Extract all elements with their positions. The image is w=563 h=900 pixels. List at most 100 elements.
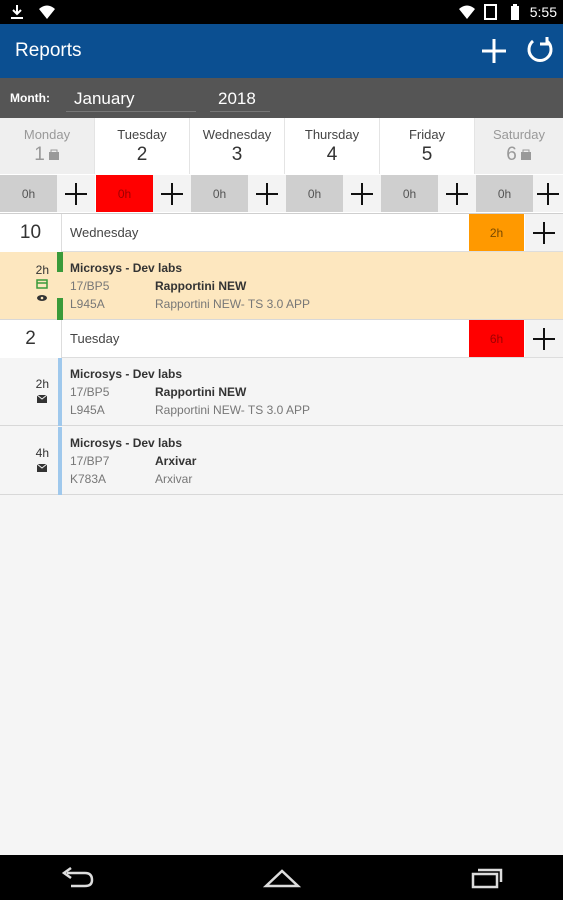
- clock: 5:55: [529, 4, 557, 20]
- day-group-header: 2 Tuesday 6h: [0, 320, 563, 358]
- day-total-badge: 6h: [469, 320, 524, 357]
- wifi-question-icon: [39, 5, 55, 19]
- eye-icon: [37, 295, 47, 301]
- refresh-icon[interactable]: [525, 35, 555, 65]
- add-entry-button[interactable]: [525, 214, 563, 251]
- status-bar-indicator: [58, 427, 62, 495]
- plus-icon: [537, 182, 559, 205]
- app-bar: Reports: [0, 24, 563, 78]
- entry-client: Microsys - Dev labs: [70, 436, 183, 450]
- add-entry-button[interactable]: [438, 175, 476, 212]
- hours-badge: 0h: [96, 175, 153, 212]
- entry-project: Rapportini NEW: [155, 385, 247, 399]
- day-header-saturday[interactable]: Saturday 6: [475, 118, 563, 174]
- day-number: 10: [0, 214, 62, 252]
- day-header-friday[interactable]: Friday 5: [380, 118, 475, 174]
- day-number: 2: [0, 320, 62, 358]
- mail-icon: [37, 464, 47, 472]
- plus-icon: [351, 182, 373, 205]
- status-bar: 5:55: [0, 0, 563, 24]
- entry-detail: Rapportini NEW- TS 3.0 APP: [155, 297, 310, 311]
- add-entry-button[interactable]: [153, 175, 191, 212]
- plus-icon: [256, 182, 278, 205]
- holiday-icon: [520, 149, 531, 160]
- add-entry-button[interactable]: [525, 320, 563, 357]
- plus-icon: [65, 182, 87, 205]
- recents-icon: [471, 868, 503, 889]
- day-date: 6: [506, 144, 517, 165]
- entry-duration: 4h: [35, 446, 49, 460]
- entry-duration: 2h: [35, 377, 49, 391]
- back-icon: [61, 867, 94, 888]
- hours-badge: 0h: [476, 175, 533, 212]
- plus-icon: [446, 182, 468, 205]
- day-name: Wednesday: [202, 127, 272, 142]
- month-filter-bar: Month: January 2018: [0, 78, 563, 118]
- day-date: 4: [326, 144, 338, 165]
- download-icon: [11, 5, 23, 19]
- year-select[interactable]: 2018: [210, 86, 270, 112]
- entry-client: Microsys - Dev labs: [70, 367, 183, 381]
- report-entry[interactable]: 4h Microsys - Dev labs 17/BP7 Arxivar K7…: [0, 427, 563, 495]
- hours-badge: 0h: [286, 175, 343, 212]
- add-icon[interactable]: [479, 36, 509, 66]
- entry-code: 17/BP5: [70, 385, 110, 399]
- day-name: Saturday: [492, 127, 546, 142]
- day-name: Thursday: [304, 127, 360, 142]
- status-bar-indicator: [57, 298, 63, 320]
- recents-button[interactable]: [467, 863, 507, 893]
- day-total-badge: 2h: [469, 214, 524, 251]
- app-title: Reports: [15, 40, 82, 61]
- hours-badge: 0h: [381, 175, 438, 212]
- day-date: 1: [34, 144, 45, 165]
- week-hours-row: 0h 0h 0h 0h 0h 0h: [0, 174, 563, 214]
- back-button[interactable]: [57, 863, 97, 893]
- day-header-wednesday[interactable]: Wednesday 3: [190, 118, 285, 174]
- add-entry-button[interactable]: [57, 175, 95, 212]
- entry-ref: L945A: [70, 403, 105, 417]
- day-header-tuesday[interactable]: Tuesday 2: [95, 118, 190, 174]
- day-name: Monday: [23, 127, 71, 142]
- plus-icon: [161, 182, 183, 205]
- plus-icon: [533, 221, 555, 244]
- wifi-icon: [458, 5, 475, 19]
- add-entry-button[interactable]: [248, 175, 286, 212]
- sim-icon: [483, 4, 497, 20]
- day-name: Tuesday: [117, 127, 167, 142]
- entry-ref: K783A: [70, 472, 107, 486]
- calendar-icon: [36, 279, 48, 289]
- day-name: Wednesday: [70, 225, 139, 240]
- entry-detail: Rapportini NEW- TS 3.0 APP: [155, 403, 310, 417]
- day-name: Tuesday: [70, 331, 120, 346]
- day-group-header: 10 Wednesday 2h: [0, 214, 563, 252]
- day-date: 2: [136, 144, 148, 165]
- day-header-monday[interactable]: Monday 1: [0, 118, 95, 174]
- entry-client: Microsys - Dev labs: [70, 261, 183, 275]
- entry-code: 17/BP5: [70, 279, 110, 293]
- month-label: Month:: [10, 91, 50, 105]
- month-select[interactable]: January: [66, 86, 196, 112]
- entry-duration: 2h: [35, 263, 49, 277]
- mail-icon: [37, 395, 47, 403]
- day-date: 5: [421, 144, 433, 165]
- status-bar-indicator: [57, 252, 63, 272]
- entry-detail: Arxivar: [155, 472, 193, 486]
- hours-badge: 0h: [191, 175, 248, 212]
- day-header-thursday[interactable]: Thursday 4: [285, 118, 380, 174]
- add-entry-button[interactable]: [533, 175, 563, 212]
- add-entry-button[interactable]: [343, 175, 381, 212]
- battery-icon: [510, 4, 519, 20]
- report-entry[interactable]: 2h Microsys - Dev labs 17/BP5 Rapportini…: [0, 252, 563, 320]
- hours-badge: 0h: [0, 175, 57, 212]
- home-button[interactable]: [262, 863, 302, 893]
- home-icon: [263, 869, 301, 888]
- day-date: 3: [231, 144, 243, 165]
- entry-project: Arxivar: [155, 454, 197, 468]
- plus-icon: [533, 327, 555, 350]
- week-header: Monday 1 Tuesday 2 Wednesday 3 Thursday …: [0, 118, 563, 174]
- holiday-icon: [48, 149, 59, 160]
- system-nav-bar: [0, 855, 563, 900]
- report-entry[interactable]: 2h Microsys - Dev labs 17/BP5 Rapportini…: [0, 358, 563, 426]
- day-name: Friday: [408, 127, 446, 142]
- entry-code: 17/BP7: [70, 454, 110, 468]
